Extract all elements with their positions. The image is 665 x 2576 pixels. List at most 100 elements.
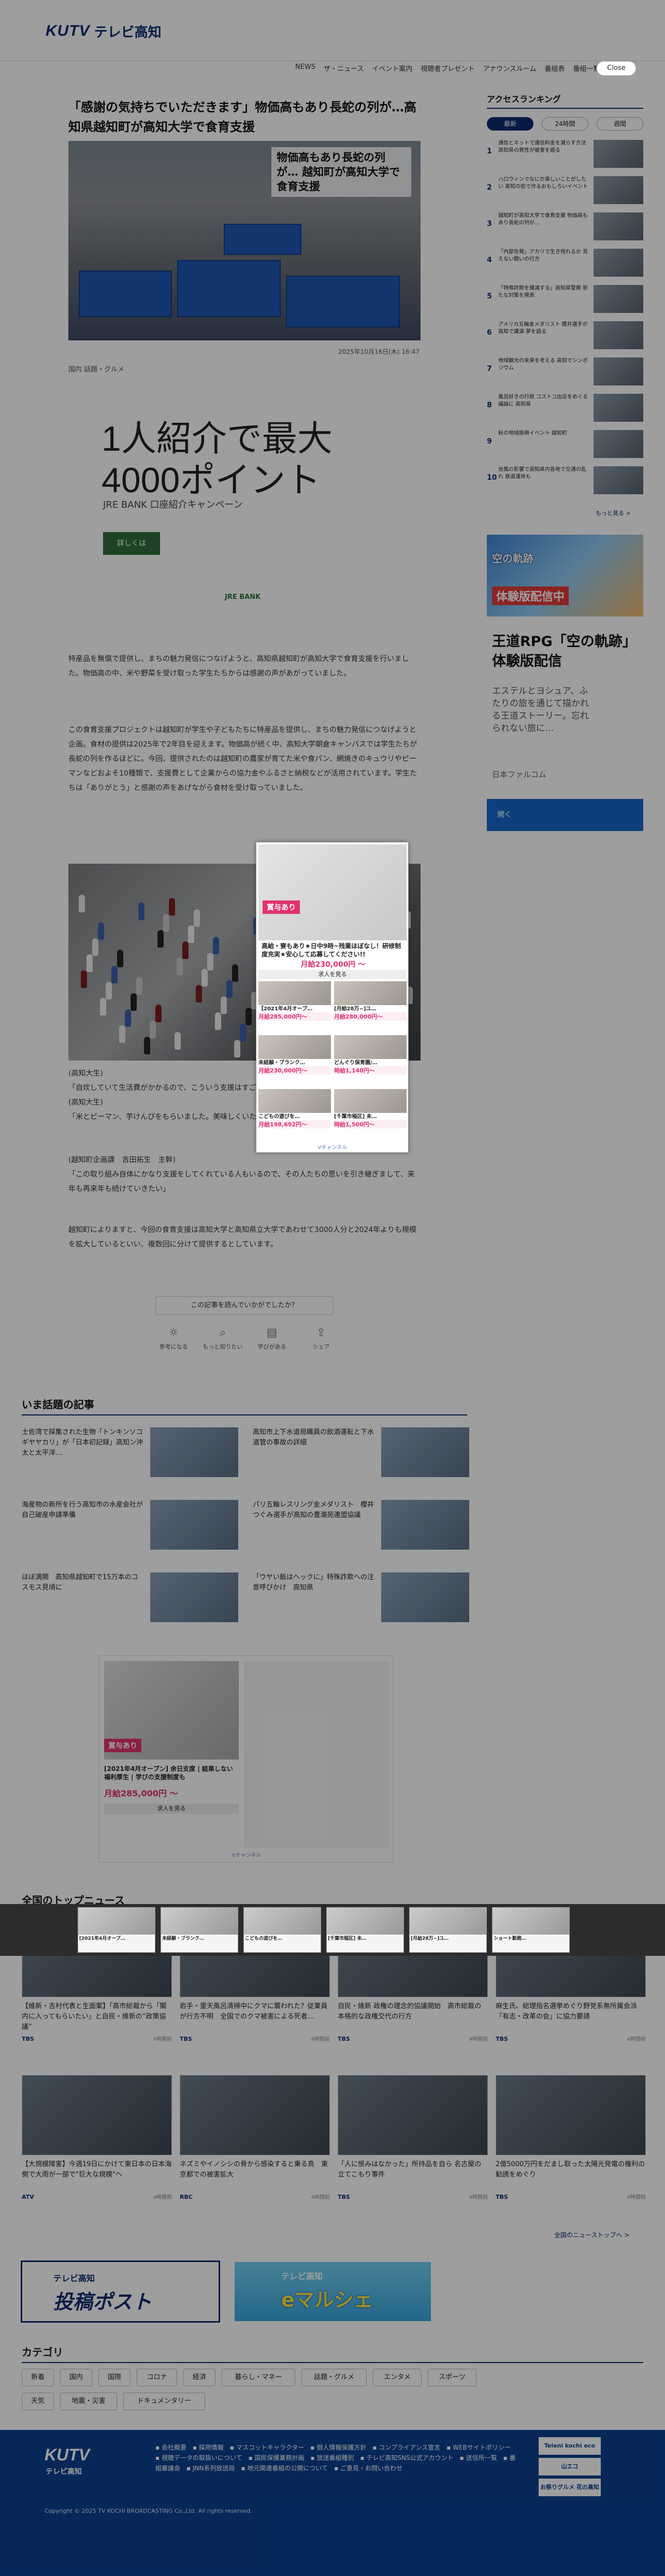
category-button[interactable]: 暮らし・マネー — [222, 2369, 295, 2386]
ad-job-cell[interactable]: こどもの遊びを… 月給198,692円〜 — [258, 1089, 331, 1130]
ad-title: [2021年4月オープン] 余日支度 | 結果しない福利厚生 | 学びの支援制度… — [104, 1765, 233, 1781]
ad-open-button[interactable]: 開く — [487, 799, 643, 831]
topic-item[interactable]: 高知市上下水道局職員の飲酒運転と下水道管の事故の詳細 — [253, 1427, 470, 1479]
footer-logo[interactable]: KUTV — [45, 2445, 90, 2465]
footer-link[interactable]: ▪ WEBサイトポリシー — [446, 2444, 511, 2451]
footer-link[interactable]: ▪ 送信所一覧 — [460, 2454, 497, 2461]
category-button[interactable]: 新着 — [22, 2369, 54, 2386]
footer-link[interactable]: ▪ 個人情報保護方針 — [310, 2444, 366, 2451]
ad-band[interactable]: [2021年4月オープ… 未経験・ブランク… こどもの遊びを… [千葉市稲区] 未… [… — [0, 1904, 665, 1956]
footer-link[interactable]: ▪ 地元関連番組の公開について — [241, 2465, 328, 2472]
nav-item[interactable]: アナウンスルーム — [483, 63, 536, 73]
nav-item[interactable]: イベント案内 — [372, 63, 412, 73]
ad-band-item[interactable]: こどもの遊びを… — [243, 1907, 321, 1953]
category-button[interactable]: コロナ — [137, 2369, 177, 2386]
nav-item[interactable]: 番組一覧 — [573, 63, 600, 73]
ad-band-item[interactable]: 未経験・ブランク… — [161, 1907, 238, 1953]
category-button[interactable]: 経済 — [183, 2369, 215, 2386]
nav-item[interactable]: ザ・ニュース — [324, 63, 364, 73]
footer-link[interactable]: ▪ 会社概要 — [155, 2444, 186, 2451]
ranking-tab-latest[interactable]: 最新 — [487, 117, 533, 131]
news-time: 4時間前 — [153, 2037, 172, 2042]
category-button[interactable]: 天気 — [22, 2393, 54, 2410]
category-button[interactable]: ドキュメンタリー — [123, 2393, 205, 2410]
footer-link[interactable]: ▪ 国民保護業務計画 — [249, 2454, 305, 2461]
top-news-more-link[interactable]: 全国のニューストップへ > — [554, 2230, 629, 2239]
ad-band-thumb — [78, 1908, 155, 1935]
banner-toko-post[interactable]: テレビ高知 投稿ポスト — [21, 2260, 220, 2323]
crowd-figure — [81, 970, 87, 988]
topic-item[interactable]: ほぼ満開 高知県越知町で15万本のコスモス見頃に — [22, 1572, 239, 1624]
topic-item[interactable]: 海産物の新所を行う高知市の水産会社が自己破産申請準備 — [22, 1500, 239, 1552]
footer-badge[interactable]: 山エコ — [539, 2458, 601, 2475]
overlay-job-ad[interactable]: 賞与あり 高給・寮もあり★日中9時~残業ほぼなし！研修制度充実★安心して応募して… — [256, 842, 409, 1153]
footer-link[interactable]: ▪ テレビ高知SNS公式アカウント — [360, 2454, 454, 2461]
footer-badge[interactable]: お祭りグルメ 花の高知 — [539, 2479, 601, 2496]
ad-job-cell[interactable]: [千葉市稲区] 未… 時給1,500円〜 — [334, 1089, 407, 1130]
footer-link[interactable]: ▪ JNN系列放送局 — [186, 2465, 235, 2472]
ad-band-item[interactable]: [月給28万~]ユ… — [409, 1907, 487, 1953]
ad-job-cell[interactable]: 【2021年4月オープ… 月給285,000円〜 — [258, 981, 331, 1023]
ad-job-cell[interactable]: [月給28万~]ユ… 月給280,000円〜 — [334, 981, 407, 1023]
ranking-item[interactable]: 7 地域観光の未来を考える 高知でシンポジウム — [487, 357, 643, 388]
ranking-more-link[interactable]: もっと見る > — [596, 509, 631, 517]
sidebar-ad[interactable]: 空の軌跡 体験版配信中 王道RPG「空の軌跡」体験版配信 エステルとヨシュア、ふ… — [487, 535, 643, 846]
ad-more-button[interactable]: 求人を見る — [258, 970, 407, 979]
ad-more[interactable]: 求人を見る — [104, 1804, 239, 1814]
ranking-item[interactable]: 10 台風の影響で高知県内各地で交通の乱れ 鉄道運休も — [487, 466, 643, 496]
ranking-item[interactable]: 3 越知町が高知大学で食育支援 物価高もあり長蛇の列が… — [487, 212, 643, 242]
footer-link[interactable]: ▪ 視聴データの取扱いについて — [155, 2454, 242, 2461]
reaction-more[interactable]: ⌕ もっと知りたい — [199, 1326, 246, 1351]
news-item[interactable]: ネズミやイノシシの骨から感染すると乗る鳥 東京都での被害拡大 RBC 4時間前 — [180, 2075, 330, 2200]
category-button[interactable]: 国際 — [98, 2369, 131, 2386]
crowd-figure — [182, 941, 189, 959]
nav-item[interactable]: NEWS — [295, 63, 315, 73]
ranking-item[interactable]: 2 ハロウィンでなにか楽しいことがしたい 高知の街で作るおもしろいイベント — [487, 176, 643, 206]
ranking-tab-week[interactable]: 週間 — [597, 117, 643, 131]
footer-link[interactable]: ▪ コンプライアンス宣言 — [372, 2444, 440, 2451]
category-button[interactable]: 国内 — [60, 2369, 92, 2386]
share-button[interactable]: ⇪ シェア — [298, 1326, 344, 1351]
banner-e-marche[interactable]: テレビ高知 eマルシェ — [233, 2260, 432, 2323]
ranking-item[interactable]: 4 「内部告発」アカリで生き残れるか 見えない闘いの行方 — [487, 249, 643, 279]
nav-item[interactable]: 視聴者プレゼント — [421, 63, 474, 73]
footer-link[interactable]: ▪ ご意見・お問い合わせ — [334, 2465, 402, 2472]
ranking-item[interactable]: 1 通信とネットで通信料金を減らす方法 高知県の男性が被害を語る — [487, 140, 643, 170]
reaction-helpful[interactable]: ☼ 参考になる — [150, 1326, 197, 1351]
ranking-item[interactable]: 9 秋の地域振興イベント 越知町 — [487, 430, 643, 460]
ranking-tab-24h[interactable]: 24時間 — [542, 117, 588, 131]
ranking-item[interactable]: 5 「特殊詐欺を撲滅する」高知県警察 新たな対策を発表 — [487, 285, 643, 315]
ad-band-title: [2021年4月オープ… — [79, 1936, 125, 1941]
ad-band-item[interactable]: [千葉市稲区] 未… — [326, 1907, 404, 1953]
footer-link[interactable]: ▪ 採用情報 — [193, 2444, 224, 2451]
crowd-figure — [207, 953, 213, 970]
reaction-learn[interactable]: ▤ 学びがある — [249, 1326, 295, 1351]
site-logo[interactable]: KUTV テレビ高知 — [46, 21, 162, 41]
ad-job-cell[interactable]: どんぐり保育園/… 時給1,140円〜 — [334, 1035, 407, 1077]
footer-link[interactable]: ▪ マスコットキャラクター — [230, 2444, 304, 2451]
ad-job-cell[interactable]: 未経験・ブランク… 月給230,000円〜 — [258, 1035, 331, 1077]
ranking-item[interactable]: 8 風呂好きの行政 コストコ出店をめぐる議論に 高知県 — [487, 394, 643, 424]
topic-item[interactable]: 「ウヤい飯はヘックに」特殊詐欺への注意呼びかけ 高知県 — [253, 1572, 470, 1624]
ranking-item[interactable]: 6 アメリカ五輪金メダリスト 櫻井選手が高知で講演 夢を語る — [487, 321, 643, 351]
news-item[interactable]: 「人に恨みはなかった」所持品を自ら 名古屋の立てこもり事件 TBS 4時間前 — [338, 2075, 488, 2200]
topic-item[interactable]: パリ五輪レスリング金メダリスト 櫻井つぐみ選手が高知の豊潮苑連盟協議 — [253, 1500, 470, 1552]
category-button[interactable]: エンタメ — [373, 2369, 422, 2386]
news-item[interactable]: 2億5000万円をだまし取った太陽光発電の権利の勧誘をめぐり TBS 4時間前 — [496, 2075, 646, 2200]
article-category[interactable]: 国内 話題・グルメ — [68, 364, 124, 374]
category-button[interactable]: 地震・災害 — [60, 2393, 117, 2410]
topic-item[interactable]: 土佐湾で採集された生物「トンキンソコギヤヤカリ」が「日本初記録」高知ン沖太と太平… — [22, 1427, 239, 1479]
news-item[interactable]: 【大規模障害】今週19日にかけて東日本の日本海側で大雨が一部で"巨大な規模"へ A… — [22, 2075, 172, 2200]
category-button[interactable]: スポーツ — [428, 2369, 476, 2386]
footer-link[interactable]: ▪ 放送番組種別 — [311, 2454, 354, 2461]
ad-band-item[interactable]: ショート勤務… — [492, 1907, 570, 1953]
inline-ad[interactable]: 1人紹介で最大 4000ポイント JRE BANK 口座紹介キャンペーン 詳しく… — [75, 381, 414, 622]
feedback-button[interactable]: この記事を読んでいかがでしたか？ — [155, 1296, 334, 1315]
category-button[interactable]: 話題・グルメ — [301, 2369, 367, 2386]
footer-badge[interactable]: Teleni kochi eco — [539, 2437, 601, 2455]
close-ad-button[interactable]: Close — [597, 61, 636, 76]
job-ad[interactable]: 賞与あり [2021年4月オープン] 余日支度 | 結果しない福利厚生 | 学び… — [98, 1655, 394, 1863]
ad-cta-button[interactable]: 詳しくは — [103, 532, 160, 555]
ad-band-item[interactable]: [2021年4月オープ… — [78, 1907, 155, 1953]
nav-item[interactable]: 番組表 — [545, 63, 565, 73]
